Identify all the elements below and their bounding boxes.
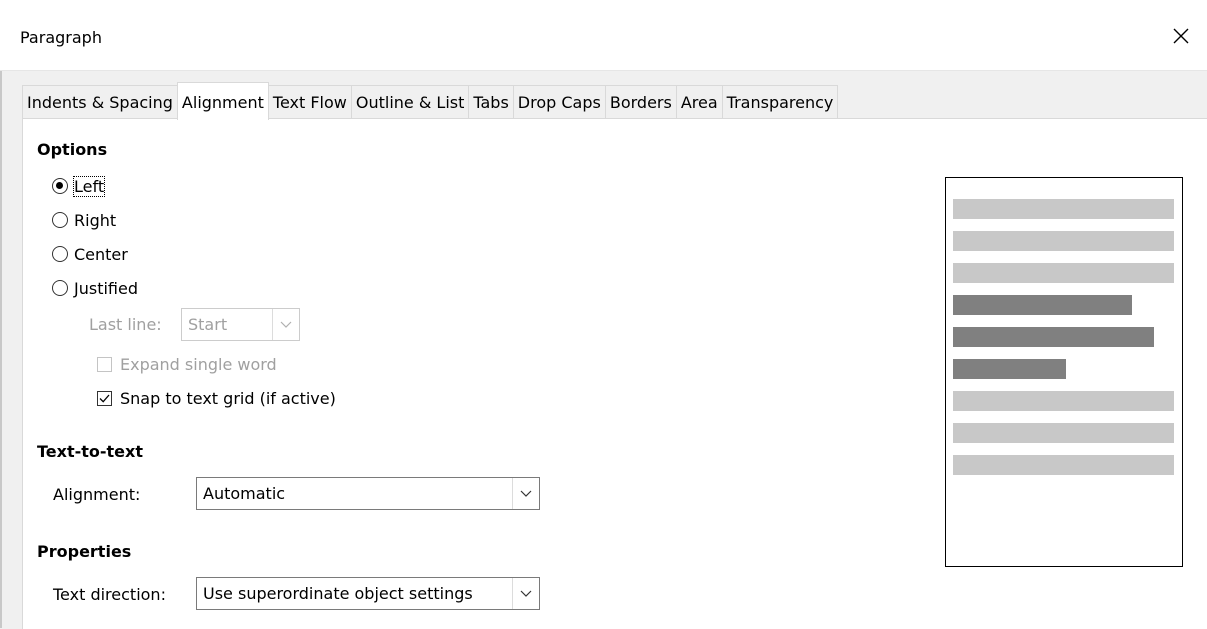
- expand-single-word-label: Expand single word: [120, 354, 277, 374]
- snap-to-grid-label: Snap to text grid (if active): [120, 388, 336, 408]
- preview-line-context: [953, 263, 1174, 283]
- tab-alignment[interactable]: Alignment: [176, 82, 269, 120]
- snap-to-grid-checkbox[interactable]: Snap to text grid (if active): [97, 387, 336, 409]
- snap-to-grid-box[interactable]: [97, 390, 112, 406]
- tab-transparency[interactable]: Transparency: [721, 85, 839, 120]
- radio-right-label: Right: [74, 210, 117, 230]
- text-direction-dropdown-button[interactable]: [512, 578, 539, 609]
- tab-tabs[interactable]: Tabs: [468, 85, 514, 120]
- preview-line-context: [953, 391, 1174, 411]
- text-to-text-heading: Text-to-text: [37, 442, 143, 461]
- chevron-down-icon: [520, 490, 532, 497]
- radio-left[interactable]: Left: [52, 174, 106, 198]
- tab-indents-spacing[interactable]: Indents & Spacing: [22, 85, 178, 120]
- radio-button-center[interactable]: [52, 246, 68, 262]
- last-line-value: Start: [188, 315, 228, 334]
- checkmark-icon: [99, 394, 110, 403]
- expand-single-word-box[interactable]: [97, 356, 112, 372]
- tab-text-flow[interactable]: Text Flow: [267, 85, 352, 120]
- chevron-down-icon: [280, 321, 292, 328]
- preview-line-context: [953, 231, 1174, 251]
- radio-justified[interactable]: Justified: [52, 276, 138, 300]
- options-heading: Options: [37, 140, 108, 159]
- alignment-label: Alignment:: [53, 485, 141, 504]
- alignment-preview: [945, 177, 1183, 567]
- title-bar: Paragraph: [0, 0, 1207, 71]
- tab-bar: Indents & Spacing Alignment Text Flow Ou…: [22, 82, 839, 120]
- close-icon[interactable]: [1169, 24, 1193, 48]
- radio-justified-label: Justified: [74, 278, 138, 298]
- tab-drop-caps[interactable]: Drop Caps: [512, 85, 606, 120]
- radio-right[interactable]: Right: [52, 208, 116, 232]
- text-alignment-dropdown-button[interactable]: [512, 478, 539, 509]
- tab-outline-list[interactable]: Outline & List: [350, 85, 470, 120]
- window-edge: [0, 0, 2, 628]
- radio-center-label: Center: [74, 244, 128, 264]
- preview-line-current: [953, 359, 1066, 379]
- radio-button-left[interactable]: [52, 178, 68, 194]
- dialog-title: Paragraph: [20, 28, 102, 47]
- radio-button-justified[interactable]: [52, 280, 68, 296]
- chevron-down-icon: [520, 590, 532, 597]
- last-line-select[interactable]: Start: [181, 308, 300, 341]
- last-line-label: Last line:: [89, 315, 162, 334]
- preview-line-context: [953, 423, 1174, 443]
- properties-heading: Properties: [37, 542, 132, 561]
- expand-single-word-checkbox[interactable]: Expand single word: [97, 353, 277, 375]
- preview-line-current: [953, 295, 1132, 315]
- tab-borders[interactable]: Borders: [604, 85, 677, 120]
- radio-button-right[interactable]: [52, 212, 68, 228]
- text-alignment-value: Automatic: [203, 484, 286, 503]
- text-direction-select[interactable]: Use superordinate object settings: [196, 577, 540, 610]
- radio-left-label: Left: [72, 175, 106, 197]
- last-line-dropdown-button[interactable]: [272, 309, 299, 340]
- text-alignment-select[interactable]: Automatic: [196, 477, 540, 510]
- radio-center[interactable]: Center: [52, 242, 128, 266]
- preview-line-context: [953, 455, 1174, 475]
- tab-area[interactable]: Area: [675, 85, 723, 120]
- text-direction-value: Use superordinate object settings: [203, 584, 473, 603]
- preview-line-context: [953, 199, 1174, 219]
- text-direction-label: Text direction:: [53, 585, 166, 604]
- preview-line-current: [953, 327, 1154, 347]
